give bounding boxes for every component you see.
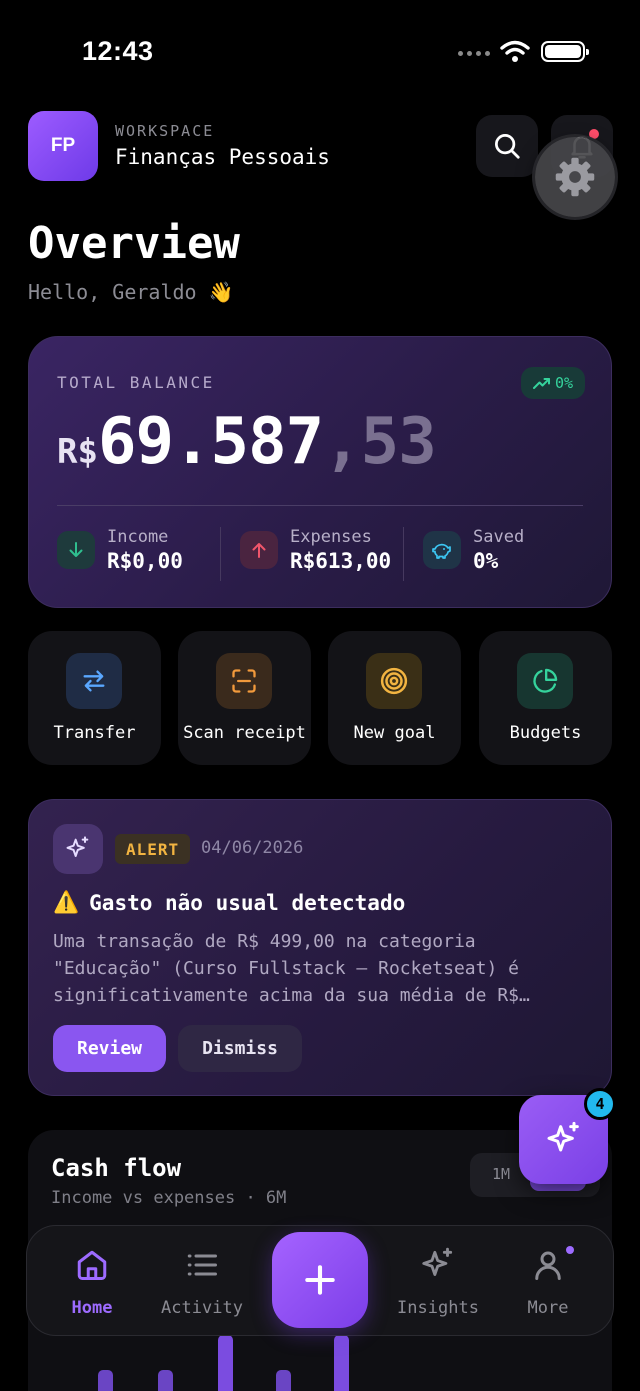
- expenses-label: Expenses: [290, 527, 372, 547]
- saved-stat[interactable]: Saved 0%: [423, 527, 524, 573]
- quick-action-label: New goal: [353, 723, 436, 743]
- tab-insights[interactable]: Insights: [383, 1246, 493, 1318]
- greeting: Hello, Geraldo 👋: [28, 280, 234, 304]
- stat-divider: [403, 527, 404, 581]
- quick-action-transfer[interactable]: Transfer: [28, 631, 161, 765]
- sparkles-icon: [547, 1121, 579, 1151]
- tab-activity[interactable]: Activity: [147, 1246, 257, 1318]
- home-icon: [37, 1246, 147, 1284]
- alert-body-line: "Educação" (Curso Fullstack — Rocketseat…: [53, 958, 519, 979]
- warning-icon: ⚠️: [53, 890, 80, 914]
- ai-alert-card[interactable]: ALERT 04/06/2026 ⚠️ Gasto não usual dete…: [28, 799, 612, 1096]
- transfer-arrows-icon: [66, 653, 122, 709]
- balance-label: TOTAL BALANCE: [57, 373, 215, 392]
- tab-label: Activity: [161, 1298, 243, 1318]
- trend-value: 0%: [554, 374, 573, 392]
- review-button[interactable]: Review: [53, 1025, 166, 1072]
- trend-up-icon: [532, 378, 550, 389]
- quick-action-label: Transfer: [53, 723, 136, 743]
- alert-body-line: Uma transação de R$ 499,00 na categoria: [53, 931, 476, 952]
- total-balance-card[interactable]: TOTAL BALANCE 0% R$ 69.587 ,53 Income R$…: [28, 336, 612, 608]
- wave-emoji: 👋: [208, 280, 234, 304]
- alert-badge: ALERT: [115, 834, 191, 864]
- balance-amount: R$ 69.587 ,53: [57, 405, 437, 479]
- more-indicator-dot: [566, 1246, 574, 1254]
- quick-action-budgets[interactable]: Budgets: [479, 631, 612, 765]
- chart-bar: [98, 1370, 113, 1391]
- tab-more[interactable]: More: [493, 1246, 603, 1318]
- stat-divider: [220, 527, 221, 581]
- cash-flow-subtitle: Income vs expenses · 6M: [51, 1188, 287, 1208]
- workspace-name[interactable]: Finanças Pessoais: [115, 145, 330, 169]
- quick-action-scan-receipt[interactable]: Scan receipt: [178, 631, 311, 765]
- sparkles-icon: [53, 824, 103, 874]
- battery-icon: [541, 41, 589, 62]
- chart-bar: [276, 1370, 291, 1391]
- balance-decimal: ,53: [323, 405, 437, 479]
- notification-dot: [589, 129, 599, 139]
- dismiss-button[interactable]: Dismiss: [178, 1025, 302, 1072]
- plus-icon: [305, 1265, 335, 1295]
- balance-integer: 69.587: [97, 405, 324, 479]
- workspace-initials: FP: [50, 135, 76, 156]
- gear-icon: [555, 157, 595, 197]
- income-value: R$0,00: [107, 549, 183, 573]
- cash-flow-title: Cash flow: [51, 1154, 182, 1182]
- wifi-icon: [500, 40, 530, 62]
- list-icon: [147, 1246, 257, 1284]
- tab-label: Home: [71, 1298, 113, 1318]
- balance-trend-badge: 0%: [520, 367, 585, 399]
- expenses-stat[interactable]: Expenses R$613,00: [240, 527, 391, 573]
- alert-body-line: significativamente acima da sua média de…: [53, 985, 530, 1006]
- ai-badge-count: 4: [584, 1088, 616, 1120]
- tab-label: Insights: [397, 1298, 479, 1318]
- chart-bar: [158, 1370, 173, 1391]
- status-bar: 12:43: [0, 0, 640, 100]
- search-button[interactable]: [476, 115, 538, 177]
- target-icon: [366, 653, 422, 709]
- balance-divider: [57, 505, 583, 506]
- sparkles-icon: [383, 1246, 493, 1284]
- workspace-caption: WORKSPACE: [115, 122, 215, 140]
- user-icon: [493, 1246, 603, 1284]
- range-option-1m[interactable]: 1M: [492, 1165, 510, 1183]
- saved-value: 0%: [473, 549, 499, 573]
- quick-action-label: Scan receipt: [183, 723, 306, 743]
- scan-icon: [216, 653, 272, 709]
- status-time: 12:43: [82, 36, 154, 66]
- arrow-up-icon: [240, 531, 278, 569]
- piggy-bank-icon: [423, 531, 461, 569]
- search-icon: [495, 134, 520, 159]
- chart-bar: [218, 1335, 233, 1391]
- settings-floating-button[interactable]: [535, 137, 615, 217]
- pie-chart-icon: [517, 653, 573, 709]
- workspace-avatar[interactable]: FP: [28, 111, 98, 181]
- alert-date: 04/06/2026: [201, 838, 304, 858]
- alert-title: ⚠️ Gasto não usual detectado: [53, 890, 405, 915]
- balance-currency: R$: [57, 432, 98, 472]
- arrow-down-icon: [57, 531, 95, 569]
- income-stat[interactable]: Income R$0,00: [57, 527, 183, 573]
- page-title: Overview: [28, 218, 240, 269]
- add-transaction-button[interactable]: [272, 1232, 368, 1328]
- expenses-value: R$613,00: [290, 549, 392, 573]
- saved-label: Saved: [473, 527, 525, 547]
- tab-label: More: [527, 1298, 569, 1318]
- tab-home[interactable]: Home: [37, 1246, 147, 1318]
- cellular-signal-icon: [458, 51, 490, 56]
- chart-bar: [334, 1335, 349, 1391]
- income-label: Income: [107, 527, 169, 547]
- alert-body: Uma transação de R$ 499,00 na categoria …: [53, 928, 593, 1009]
- greeting-text: Hello, Geraldo: [28, 280, 197, 304]
- alert-title-text: Gasto não usual detectado: [89, 890, 406, 915]
- quick-action-new-goal[interactable]: New goal: [328, 631, 461, 765]
- quick-action-label: Budgets: [509, 723, 582, 743]
